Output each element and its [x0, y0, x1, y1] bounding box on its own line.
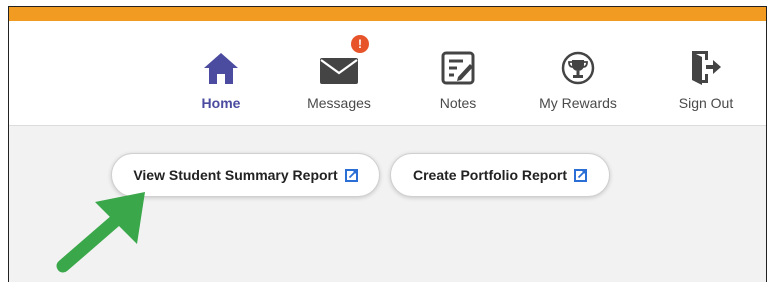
app-frame: Home ! Messages Notes My Rewards Sign Ou…: [8, 6, 767, 282]
nav-item-label: Sign Out: [678, 95, 734, 111]
external-link-icon: [344, 168, 358, 182]
nav-item-my-rewards[interactable]: My Rewards: [533, 21, 623, 125]
pointer-arrow-icon: [56, 192, 145, 273]
home-icon: [203, 41, 239, 85]
nav-item-label: Home: [201, 95, 241, 111]
trophy-icon: [561, 41, 595, 85]
button-label: Create Portfolio Report: [412, 167, 567, 183]
nav-item-messages[interactable]: ! Messages: [301, 21, 377, 125]
nav-item-label: Notes: [439, 95, 477, 111]
nav-item-home[interactable]: Home: [196, 21, 246, 125]
top-accent-bar: [9, 7, 766, 21]
sign-out-icon: [689, 41, 723, 85]
envelope-icon: !: [319, 35, 369, 85]
main-content: View Student Summary Report Create Portf…: [9, 126, 766, 282]
notes-icon: [441, 41, 475, 85]
button-label: View Student Summary Report: [133, 167, 338, 183]
nav-item-notes[interactable]: Notes: [433, 21, 483, 125]
notification-badge: !: [351, 35, 369, 53]
nav-item-label: Messages: [307, 95, 371, 111]
create-portfolio-report-button[interactable]: Create Portfolio Report: [390, 153, 610, 197]
nav-item-sign-out[interactable]: Sign Out: [673, 21, 739, 125]
top-navigation: Home ! Messages Notes My Rewards Sign Ou…: [9, 21, 766, 126]
external-link-icon: [574, 168, 587, 182]
nav-item-label: My Rewards: [539, 95, 617, 111]
